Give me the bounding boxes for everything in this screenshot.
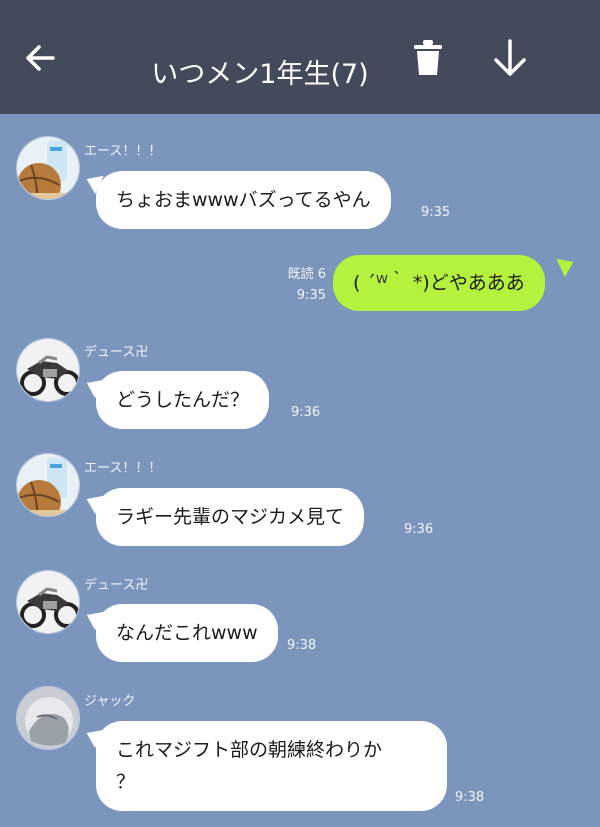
read-receipt: 既読 6 [287,267,326,282]
sender-name: エース！！！ [84,461,162,476]
sender-name: デュース卍 [84,345,149,360]
scroll-down-arrow-icon[interactable] [490,38,530,78]
sender-name: デュース卍 [84,578,149,593]
avatar-ace[interactable] [16,136,80,200]
message-time: 9:38 [455,790,485,805]
message-bubble[interactable]: ちょおまwwwバズってるやん [96,171,391,229]
sender-name: ジャック [84,694,136,709]
avatar-deuce[interactable] [16,338,80,402]
message-bubble[interactable]: これマジフト部の朝練終わりか ？ [96,721,447,811]
message-time: 9:36 [291,405,321,420]
message-time: 9:36 [404,522,434,537]
chat-header: いつメン1年生(7) [0,0,600,114]
message-bubble[interactable]: なんだこれwww [96,604,278,662]
message-time: 9:35 [421,205,451,220]
message-text-line: ？ [116,771,136,793]
message-bubble-outgoing[interactable]: ( ´ᵂ｀ *)どやあああ [333,255,545,311]
avatar-jack[interactable] [16,686,80,750]
message-time: 9:38 [287,638,317,653]
message-text-line: これマジフト部の朝練終わりか [116,739,383,761]
bubble-tail [556,252,578,278]
message-bubble[interactable]: どうしたんだ？ [96,371,270,429]
avatar-deuce[interactable] [16,570,80,634]
trash-icon[interactable] [408,38,448,78]
sender-name: エース！！！ [84,144,162,159]
chat-area[interactable]: エース！！！ ちょおまwwwバズってるやん 9:35 既読 6 9:35 ( ´… [0,114,600,827]
message-time: 9:35 [296,288,326,303]
message-bubble[interactable]: ラギー先輩のマジカメ見て [96,488,365,546]
chat-title: いつメン1年生(7) [151,59,369,90]
back-arrow-icon[interactable] [20,38,60,78]
avatar-ace[interactable] [16,453,80,517]
